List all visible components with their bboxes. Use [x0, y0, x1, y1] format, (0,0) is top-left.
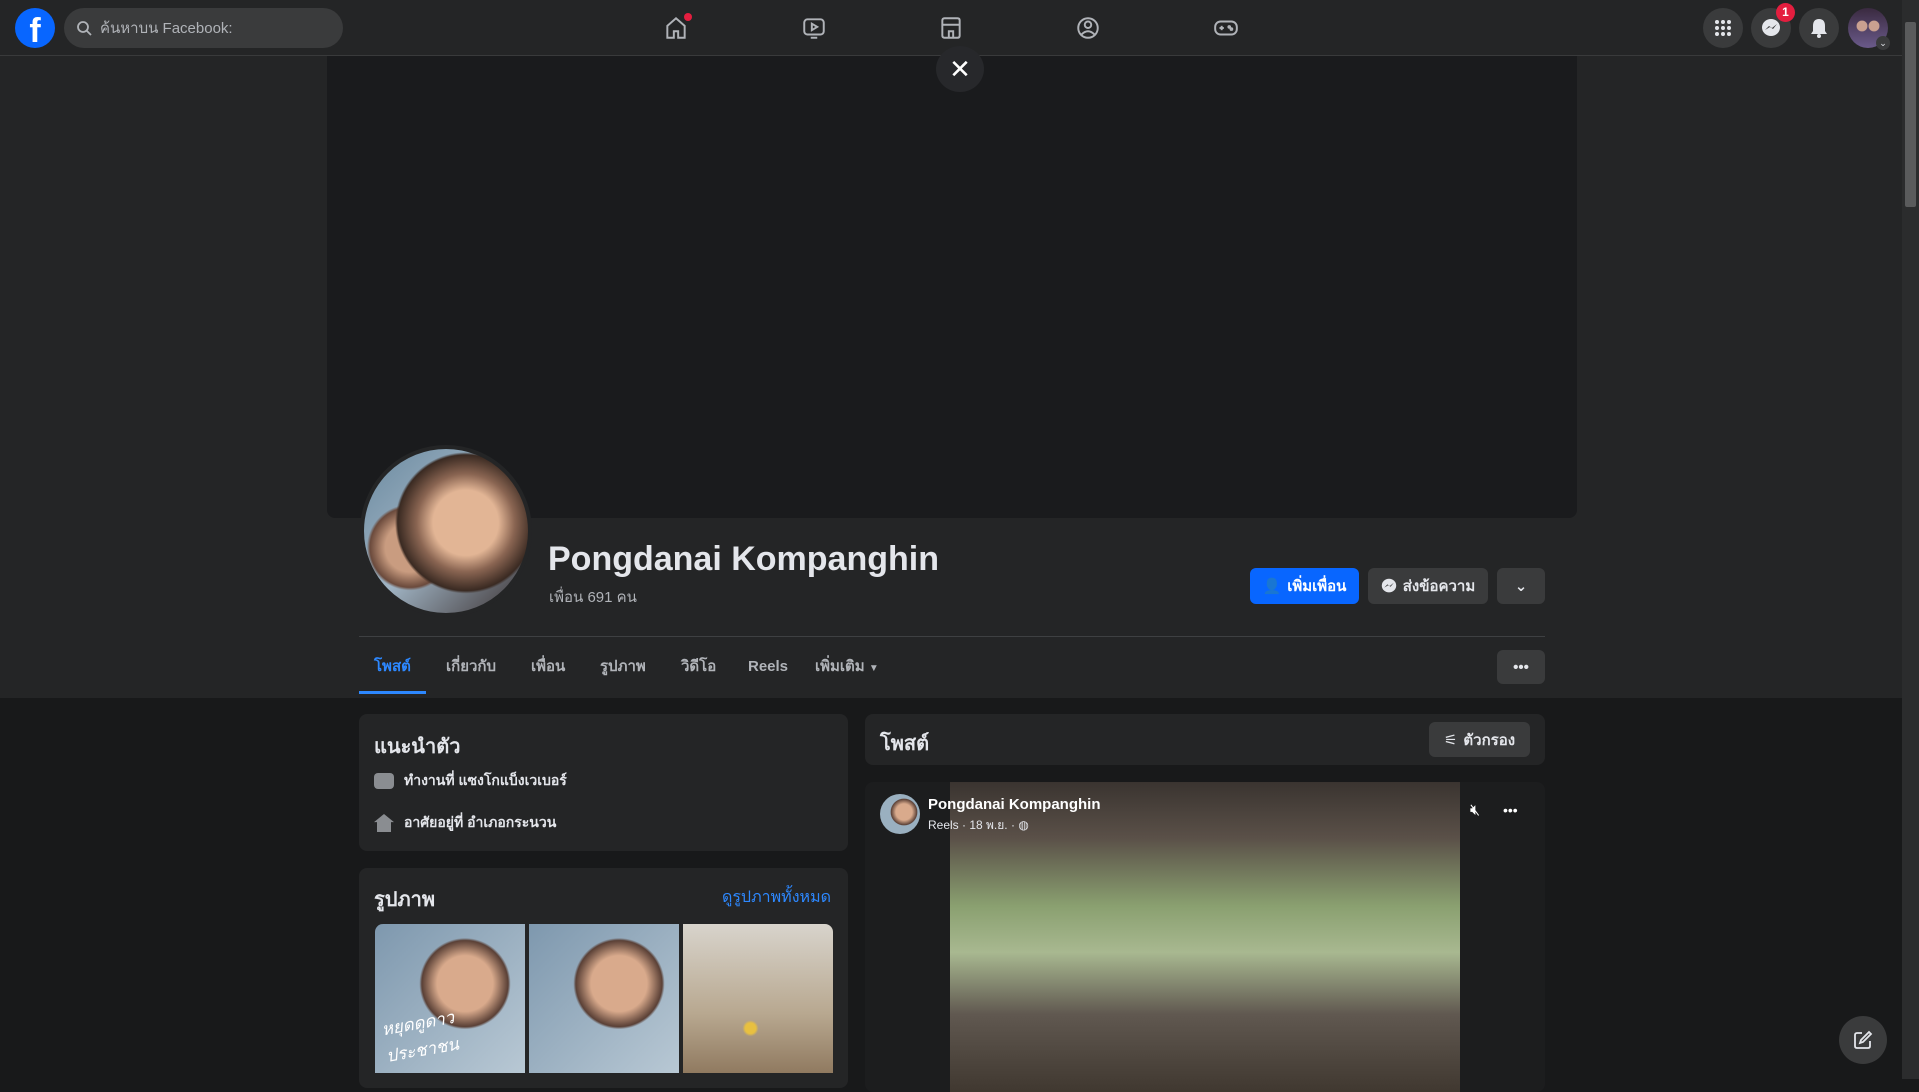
- divider: [359, 636, 1545, 637]
- tab-friends[interactable]: เพื่อน: [531, 652, 565, 694]
- tab-more[interactable]: เพิ่มเติม ▼: [815, 652, 879, 694]
- watch-icon: [803, 18, 825, 39]
- profile-options-button[interactable]: •••: [1497, 650, 1545, 684]
- photo-overlay-text: หยุดดูดาว ประชาชน: [380, 1007, 461, 1066]
- nav-watch[interactable]: [796, 10, 832, 46]
- photo-thumbnail[interactable]: หยุดดูดาว ประชาชน: [375, 924, 525, 1073]
- chevron-down-icon: ⌄: [1514, 578, 1528, 595]
- post-author[interactable]: Pongdanai Kompanghin: [928, 796, 1101, 813]
- marketplace-icon: [941, 17, 961, 39]
- search-placeholder: ค้นหาบน Facebook:: [100, 20, 233, 37]
- friend-count[interactable]: เพื่อน 691 คน: [549, 585, 637, 609]
- gaming-icon: [1214, 20, 1238, 36]
- notifications-button[interactable]: [1799, 8, 1839, 48]
- new-message-button[interactable]: [1839, 1016, 1887, 1064]
- cover-photo[interactable]: [327, 56, 1577, 518]
- account-avatar[interactable]: ⌄: [1848, 8, 1890, 50]
- add-friend-button[interactable]: 👤 เพิ่มเพื่อน: [1250, 568, 1359, 604]
- tab-more-label: เพิ่มเติม: [815, 658, 865, 675]
- globe-icon: ◍: [1018, 818, 1029, 832]
- intro-title: แนะนำตัว: [374, 736, 461, 758]
- compose-icon: [1854, 1030, 1873, 1049]
- messenger-icon: [1762, 19, 1780, 36]
- home-icon: [374, 814, 394, 832]
- post-author-avatar[interactable]: [880, 794, 920, 834]
- posts-title: โพสต์: [880, 733, 930, 755]
- nav-groups[interactable]: [1070, 10, 1106, 46]
- messenger-icon: [1381, 578, 1396, 593]
- filter-button[interactable]: ⚟ ตัวกรอง: [1429, 722, 1530, 757]
- see-all-photos-link[interactable]: ดูรูปภาพทั้งหมด: [722, 885, 831, 910]
- briefcase-icon: [374, 773, 394, 789]
- message-button[interactable]: ส่งข้อความ: [1368, 568, 1488, 604]
- message-label: ส่งข้อความ: [1402, 578, 1476, 595]
- work-text: ทำงานที่ แซงโกแบ็งเวเบอร์: [404, 772, 567, 788]
- grid-menu-icon: [1715, 20, 1731, 36]
- search-icon: [77, 21, 92, 36]
- messenger-badge: 1: [1776, 3, 1795, 22]
- search-input[interactable]: ค้นหาบน Facebook:: [64, 8, 343, 48]
- bell-icon: [1811, 19, 1827, 38]
- notification-dot: [684, 13, 692, 21]
- photos-title: รูปภาพ: [374, 889, 436, 911]
- mute-button[interactable]: 🔇︎: [1470, 802, 1480, 820]
- chevron-down-icon: ⌄: [1876, 36, 1890, 50]
- post-card: Pongdanai Kompanghin Reels · 18 พ.ย. · ◍…: [865, 782, 1545, 1092]
- caret-down-icon: ▼: [868, 663, 879, 674]
- intro-work: ทำงานที่ แซงโกแบ็งเวเบอร์: [374, 770, 567, 792]
- add-person-icon: 👤: [1262, 578, 1282, 595]
- intro-card: แนะนำตัว ทำงานที่ แซงโกแบ็งเวเบอร์ อาศัย…: [359, 714, 848, 851]
- scrollbar-thumb[interactable]: [1905, 22, 1916, 207]
- tab-about[interactable]: เกี่ยวกับ: [446, 652, 496, 694]
- photo-thumbnail[interactable]: [683, 924, 833, 1073]
- nav-home[interactable]: [658, 10, 694, 46]
- nav-marketplace[interactable]: [933, 10, 969, 46]
- tab-photos[interactable]: รูปภาพ: [600, 652, 646, 694]
- menu-button[interactable]: [1703, 8, 1743, 48]
- post-meta-text: Reels · 18 พ.ย. ·: [928, 818, 1015, 832]
- close-icon: ✕: [949, 54, 971, 84]
- post-meta: Reels · 18 พ.ย. · ◍: [928, 816, 1029, 835]
- messenger-button[interactable]: 1: [1751, 3, 1795, 48]
- more-actions-dropdown[interactable]: ⌄: [1497, 568, 1545, 604]
- post-options-button[interactable]: •••: [1503, 802, 1518, 818]
- filter-icon: ⚟: [1443, 731, 1458, 749]
- posts-header: โพสต์ ⚟ ตัวกรอง: [865, 714, 1545, 765]
- close-button[interactable]: ✕: [936, 46, 984, 92]
- muted-speaker-icon: 🔇︎: [1470, 802, 1481, 819]
- tab-posts[interactable]: โพสต์: [359, 652, 426, 694]
- lives-text: อาศัยอยู่ที่ อำเภอกระนวน: [404, 814, 557, 830]
- tab-videos[interactable]: วิดีโอ: [681, 652, 716, 694]
- profile-picture[interactable]: [360, 445, 532, 617]
- filter-label: ตัวกรอง: [1463, 731, 1516, 749]
- photo-thumbnail[interactable]: [529, 924, 679, 1073]
- tab-reels[interactable]: Reels: [748, 652, 788, 694]
- more-icon: •••: [1513, 658, 1529, 676]
- profile-name: Pongdanai Kompanghin: [548, 540, 939, 578]
- more-icon: •••: [1503, 802, 1518, 818]
- groups-icon: [1077, 17, 1099, 39]
- facebook-logo[interactable]: f: [15, 8, 55, 48]
- nav-gaming[interactable]: [1208, 10, 1244, 46]
- intro-lives: อาศัยอยู่ที่ อำเภอกระนวน: [374, 812, 556, 834]
- add-friend-label: เพิ่มเพื่อน: [1287, 578, 1347, 595]
